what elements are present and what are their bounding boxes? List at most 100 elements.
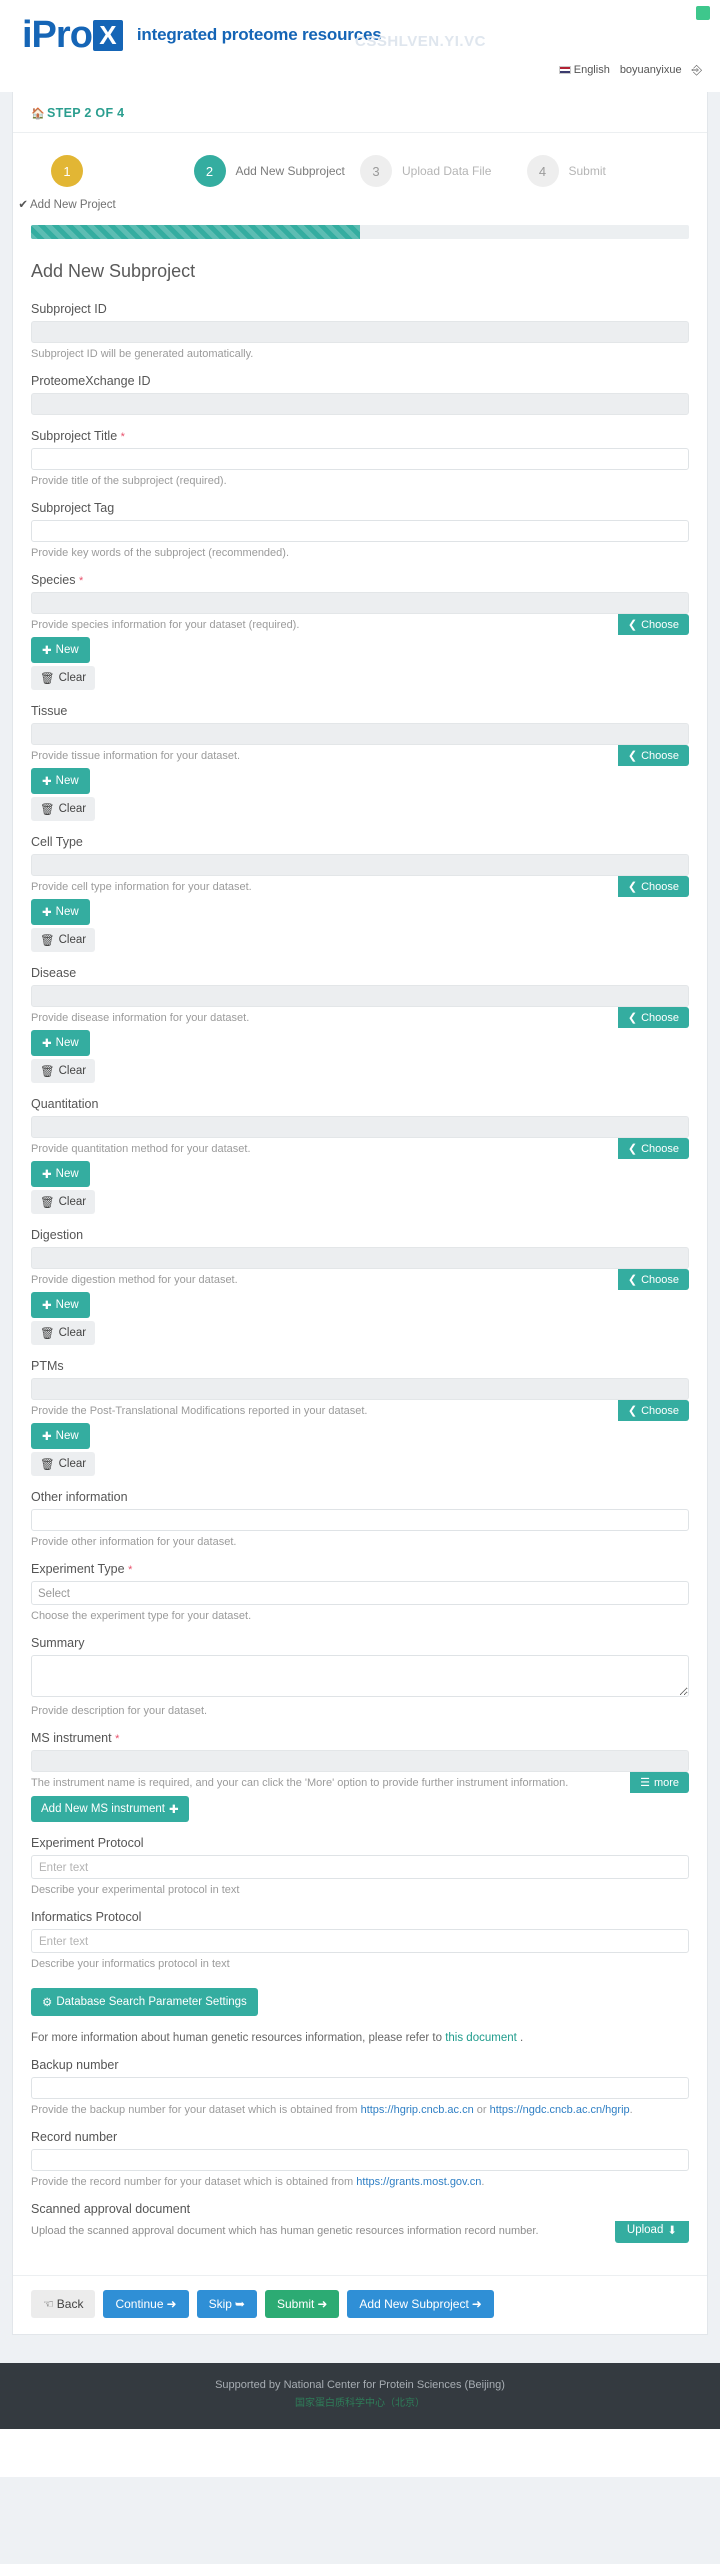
- footer-text: Supported by National Center for Protein…: [215, 2379, 505, 2391]
- field-species: Species * ❮ Choose Provide species inform…: [31, 573, 689, 690]
- plus-icon: ✚: [42, 1169, 52, 1181]
- quantitation-new-button[interactable]: ✚ New: [31, 1161, 90, 1187]
- quantitation-input[interactable]: [31, 1116, 689, 1138]
- wizard-step-2[interactable]: 2 Add New Subproject: [193, 155, 361, 187]
- field-other-information: Other information Provide other informat…: [31, 1490, 689, 1548]
- record-number-hint-prefix: Provide the record number for your datas…: [31, 2176, 357, 2188]
- backup-number-input[interactable]: [31, 2077, 689, 2099]
- tissue-new-button[interactable]: ✚ New: [31, 768, 90, 794]
- arrow-left-circle-icon: ☜: [43, 2297, 54, 2311]
- backup-number-hint: Provide the backup number for your datas…: [31, 2104, 689, 2116]
- add-new-subproject-button[interactable]: Add New Subproject ➜: [347, 2290, 494, 2318]
- required-marker: *: [78, 575, 84, 587]
- logout-icon[interactable]: ⎆: [692, 62, 702, 78]
- cell-type-label: Cell Type: [31, 835, 83, 849]
- database-search-parameter-settings-button[interactable]: ⚙ Database Search Parameter Settings: [31, 1988, 258, 2016]
- species-clear-button[interactable]: 🗑 Clear: [31, 666, 96, 690]
- subproject-title-input[interactable]: [31, 448, 689, 470]
- ptms-clear-label: Clear: [58, 1458, 87, 1470]
- ms-instrument-input[interactable]: [31, 1750, 689, 1772]
- digestion-choose-button[interactable]: ❮ Choose: [617, 1269, 689, 1290]
- ptms-choose-button[interactable]: ❮ Choose: [617, 1400, 689, 1421]
- hgrip-link[interactable]: https://hgrip.cncb.ac.cn: [361, 2104, 474, 2116]
- disease-new-button[interactable]: ✚ New: [31, 1030, 90, 1056]
- backup-number-label: Backup number: [31, 2058, 119, 2072]
- species-choose-button[interactable]: ❮ Choose: [617, 614, 689, 635]
- cell-type-input[interactable]: [31, 854, 689, 876]
- site-footer: Supported by National Center for Protein…: [0, 2363, 720, 2429]
- field-ptms: PTMs ❮ Choose Provide the Post-Translatio…: [31, 1359, 689, 1476]
- upload-button[interactable]: Upload ⬇: [614, 2221, 689, 2243]
- other-information-hint: Provide other information for your datas…: [31, 1536, 237, 1548]
- summary-textarea[interactable]: [31, 1655, 689, 1697]
- wizard-step-1-circle[interactable]: 1: [51, 155, 83, 187]
- submit-button[interactable]: Submit ➜: [264, 2290, 340, 2318]
- quantitation-label: Quantitation: [31, 1097, 99, 1111]
- species-new-button[interactable]: ✚ New: [31, 637, 90, 663]
- ngdc-hgrip-link[interactable]: https://ngdc.cncb.ac.cn/hgrip: [490, 2104, 630, 2116]
- trash-icon: 🗑: [40, 1328, 55, 1340]
- disease-input[interactable]: [31, 985, 689, 1007]
- back-button[interactable]: ☜ Back: [31, 2290, 96, 2318]
- site-header: iPro X integrated proteome resources CSS…: [0, 0, 720, 92]
- backup-number-hint-mid: or: [473, 2104, 490, 2116]
- page-root: iPro X integrated proteome resources CSS…: [0, 0, 720, 2477]
- informatics-protocol-input[interactable]: Enter text: [31, 1929, 689, 1953]
- ms-instrument-more-button[interactable]: ☰ more: [630, 1772, 689, 1793]
- cell-type-choose-button[interactable]: ❮ Choose: [617, 876, 689, 897]
- backup-number-hint-suffix: .: [629, 2104, 633, 2116]
- digestion-new-button[interactable]: ✚ New: [31, 1292, 90, 1318]
- skip-button[interactable]: Skip ➥: [196, 2290, 257, 2318]
- informatics-protocol-label: Informatics Protocol: [31, 1910, 142, 1924]
- wizard-step-4-circle[interactable]: 4: [526, 155, 559, 187]
- species-input[interactable]: [31, 592, 689, 614]
- quantitation-clear-button[interactable]: 🗑 Clear: [31, 1190, 96, 1214]
- most-grants-link[interactable]: https://grants.most.gov.cn: [356, 2176, 481, 2188]
- wizard-step-3-label: Upload Data File: [402, 164, 492, 178]
- notification-badge-icon[interactable]: [696, 6, 710, 20]
- hgr-document-link[interactable]: this document: [445, 2032, 517, 2044]
- cell-type-new-button[interactable]: ✚ New: [31, 899, 90, 925]
- site-logo[interactable]: iPro X integrated proteome resources: [22, 16, 382, 54]
- footer-spacer: [0, 2335, 720, 2363]
- language-selector[interactable]: English: [558, 64, 610, 76]
- wizard-step-3-circle[interactable]: 3: [360, 155, 392, 187]
- tissue-input[interactable]: [31, 723, 689, 745]
- disease-clear-button[interactable]: 🗑 Clear: [31, 1059, 96, 1083]
- digestion-clear-button[interactable]: 🗑 Clear: [31, 1321, 96, 1345]
- ptms-input[interactable]: [31, 1378, 689, 1400]
- experiment-type-select[interactable]: Select: [31, 1581, 689, 1605]
- continue-button[interactable]: Continue ➜: [103, 2290, 189, 2318]
- wizard-step-2-circle[interactable]: 2: [193, 155, 226, 187]
- cell-type-new-label: New: [55, 906, 79, 918]
- wizard-step-1[interactable]: 1 ✔ Add New Project: [18, 155, 194, 211]
- ptms-new-button[interactable]: ✚ New: [31, 1423, 90, 1449]
- ptms-label: PTMs: [31, 1359, 64, 1373]
- wizard-step-4[interactable]: 4 Submit: [526, 155, 694, 187]
- disease-choose-button[interactable]: ❮ Choose: [617, 1007, 689, 1028]
- subproject-tag-input[interactable]: [31, 520, 689, 542]
- record-number-hint: Provide the record number for your datas…: [31, 2176, 689, 2188]
- subproject-id-input[interactable]: [31, 321, 689, 343]
- cell-type-clear-button[interactable]: 🗑 Clear: [31, 928, 96, 952]
- wizard-step-3[interactable]: 3 Upload Data File: [360, 155, 527, 187]
- subproject-id-hint: Subproject ID will be generated automati…: [31, 348, 254, 360]
- content-card: 🏠 STEP 2 OF 4 1 ✔ Add New Project 2 Add Ne…: [12, 92, 708, 2335]
- other-information-input[interactable]: [31, 1509, 689, 1531]
- add-ms-instrument-button[interactable]: Add New MS instrument ✚: [31, 1796, 189, 1822]
- ms-instrument-label: MS instrument *: [31, 1731, 689, 1745]
- ptms-clear-button[interactable]: 🗑 Clear: [31, 1452, 96, 1476]
- arrow-right-circle-icon: ➜: [471, 2297, 482, 2311]
- tissue-clear-button[interactable]: 🗑 Clear: [31, 797, 96, 821]
- user-name-label[interactable]: boyuanyixue: [620, 64, 682, 76]
- px-id-input[interactable]: [31, 393, 689, 415]
- record-number-input[interactable]: [31, 2149, 689, 2171]
- field-ms-instrument: MS instrument * ☰ more The instrument nam…: [31, 1731, 689, 1822]
- quantitation-choose-button[interactable]: ❮ Choose: [617, 1138, 689, 1159]
- experiment-protocol-input[interactable]: Enter text: [31, 1855, 689, 1879]
- home-icon[interactable]: 🏠: [31, 108, 45, 120]
- tissue-choose-button[interactable]: ❮ Choose: [617, 745, 689, 766]
- trash-icon: 🗑: [40, 1459, 55, 1471]
- database-search-parameter-settings-label: Database Search Parameter Settings: [56, 1996, 247, 2008]
- digestion-input[interactable]: [31, 1247, 689, 1269]
